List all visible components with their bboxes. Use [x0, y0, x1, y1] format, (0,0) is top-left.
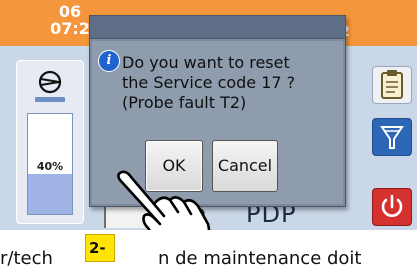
caption-right: n de maintenance doit: [158, 248, 362, 269]
dialog-message-line: Do you want to reset: [122, 53, 290, 72]
step-label: 2-: [85, 234, 115, 262]
info-icon: i: [98, 50, 120, 72]
pointing-hand-icon: [117, 170, 211, 230]
compressor-icon: [38, 70, 62, 94]
controller-screen: 06 07:2 2 40% ● PDP: [0, 0, 417, 230]
gauge-fill: [28, 174, 72, 214]
dialog-message: Do you want to reset the Service code 17…: [122, 53, 336, 113]
compressor-panel[interactable]: 40%: [16, 60, 84, 224]
filter-icon: [380, 126, 404, 149]
caption-left: r/tech: [0, 248, 53, 269]
power-icon: [381, 194, 403, 217]
dialog-message-line: (Probe fault T2): [122, 93, 247, 112]
cancel-button[interactable]: Cancel: [212, 140, 278, 192]
level-gauge: 40%: [27, 113, 73, 215]
clipboard-icon: [381, 70, 403, 99]
dialog-message-line: the Service code 17 ?: [122, 73, 296, 92]
compressor-indicator: [35, 97, 65, 102]
clipboard-button[interactable]: [372, 66, 412, 104]
dialog-titlebar: [90, 16, 345, 39]
filter-button[interactable]: [372, 118, 412, 156]
power-button[interactable]: [372, 188, 412, 226]
gauge-label: 40%: [36, 160, 64, 173]
